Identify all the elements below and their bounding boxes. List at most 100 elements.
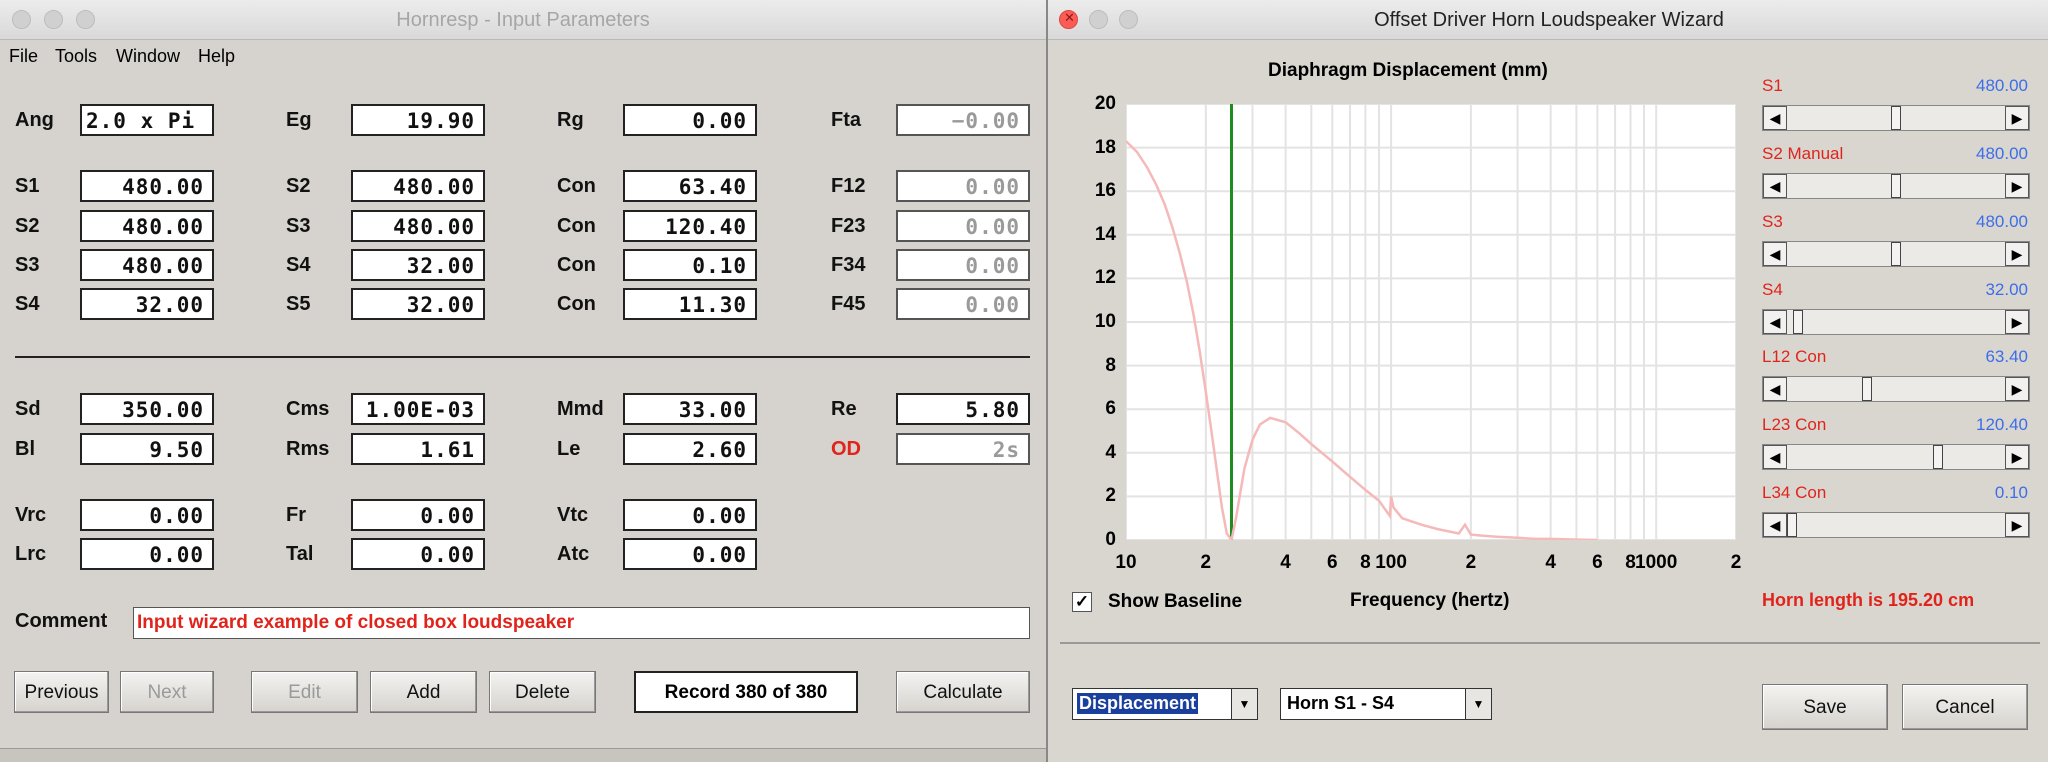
previous-button[interactable]: Previous xyxy=(14,671,109,713)
slider-thumb[interactable] xyxy=(1891,106,1901,130)
slider-value: 120.40 xyxy=(1976,415,2028,434)
param-field-tal[interactable]: 0.00 xyxy=(351,538,485,570)
param-field-s4[interactable]: 32.00 xyxy=(351,249,485,281)
y-tick-label: 16 xyxy=(1094,180,1116,202)
arrow-right-icon[interactable]: ▶ xyxy=(2005,445,2029,469)
chevron-down-icon[interactable]: ▼ xyxy=(1231,689,1257,719)
slider-label: S1 xyxy=(1762,76,1783,95)
param-field-fta[interactable]: −0.00 xyxy=(896,104,1030,136)
param-label-mmd: Mmd xyxy=(557,398,604,420)
add-button[interactable]: Add xyxy=(370,671,477,713)
param-field-eg[interactable]: 19.90 xyxy=(351,104,485,136)
cancel-button[interactable]: Cancel xyxy=(1902,684,2028,730)
param-field-f12[interactable]: 0.00 xyxy=(896,170,1030,202)
save-button[interactable]: Save xyxy=(1762,684,1888,730)
arrow-left-icon[interactable]: ◀ xyxy=(1763,242,1787,266)
parameter-slider[interactable]: ◀ ▶ xyxy=(1762,376,2030,402)
param-field-con[interactable]: 0.10 xyxy=(623,249,757,281)
menu-window[interactable]: Window xyxy=(116,46,180,67)
show-baseline-checkbox[interactable]: ✓ xyxy=(1072,592,1092,612)
slider-thumb[interactable] xyxy=(1891,242,1901,266)
y-tick-label: 20 xyxy=(1094,93,1116,114)
param-field-s2[interactable]: 480.00 xyxy=(80,210,214,242)
slider-thumb[interactable] xyxy=(1932,445,1943,469)
slider-thumb[interactable] xyxy=(1891,174,1901,198)
param-field-f23[interactable]: 0.00 xyxy=(896,210,1030,242)
x-tick-label: 100 xyxy=(1375,552,1407,573)
param-field-vtc[interactable]: 0.00 xyxy=(623,499,757,531)
param-label-ang: Ang xyxy=(15,109,54,131)
menu-help[interactable]: Help xyxy=(198,46,235,67)
slider-thumb[interactable] xyxy=(1861,377,1872,401)
arrow-right-icon[interactable]: ▶ xyxy=(2005,106,2029,130)
slider-thumb[interactable] xyxy=(1787,513,1797,537)
param-field-atc[interactable]: 0.00 xyxy=(623,538,757,570)
x-tick-label: 2 xyxy=(1200,552,1212,573)
param-field-f34[interactable]: 0.00 xyxy=(896,249,1030,281)
param-label-s3: S3 xyxy=(15,254,40,276)
param-field-fr[interactable]: 0.00 xyxy=(351,499,485,531)
parameter-slider[interactable]: ◀ ▶ xyxy=(1762,309,2030,335)
slider-thumb[interactable] xyxy=(1793,310,1804,334)
chart-title: Diaphragm Displacement (mm) xyxy=(1268,60,1548,81)
parameter-slider[interactable]: ◀ ▶ xyxy=(1762,173,2030,199)
param-field-con[interactable]: 63.40 xyxy=(623,170,757,202)
param-field-mmd[interactable]: 33.00 xyxy=(623,393,757,425)
param-field-s1[interactable]: 480.00 xyxy=(80,170,214,202)
param-field-bl[interactable]: 9.50 xyxy=(80,433,214,465)
parameter-slider[interactable]: ◀ ▶ xyxy=(1762,105,2030,131)
slider-value: 480.00 xyxy=(1976,144,2028,163)
parameter-slider[interactable]: ◀ ▶ xyxy=(1762,512,2030,538)
plot-type-value: Displacement xyxy=(1077,693,1199,714)
comment-field[interactable]: Input wizard example of closed box louds… xyxy=(133,607,1030,639)
arrow-left-icon[interactable]: ◀ xyxy=(1763,513,1787,537)
slider-label: L23 Con xyxy=(1762,415,1827,434)
arrow-right-icon[interactable]: ▶ xyxy=(2005,377,2029,401)
arrow-left-icon[interactable]: ◀ xyxy=(1763,445,1787,469)
param-field-s5[interactable]: 32.00 xyxy=(351,288,485,320)
param-field-s2[interactable]: 480.00 xyxy=(351,170,485,202)
param-field-rms[interactable]: 1.61 xyxy=(351,433,485,465)
parameter-slider[interactable]: ◀ ▶ xyxy=(1762,241,2030,267)
param-field-s4[interactable]: 32.00 xyxy=(80,288,214,320)
param-field-re[interactable]: 5.80 xyxy=(896,393,1030,425)
arrow-right-icon[interactable]: ▶ xyxy=(2005,174,2029,198)
y-tick-label: 18 xyxy=(1094,136,1116,158)
param-field-s3[interactable]: 480.00 xyxy=(80,249,214,281)
x-tick-label: 2 xyxy=(1465,552,1477,573)
y-tick-label: 10 xyxy=(1094,311,1116,332)
param-field-con[interactable]: 11.30 xyxy=(623,288,757,320)
param-field-ang[interactable]: 2.0 x Pi xyxy=(80,104,214,136)
param-field-sd[interactable]: 350.00 xyxy=(80,393,214,425)
arrow-left-icon[interactable]: ◀ xyxy=(1763,174,1787,198)
plot-type-select[interactable]: Displacement ▼ xyxy=(1072,688,1258,720)
param-field-vrc[interactable]: 0.00 xyxy=(80,499,214,531)
param-label-eg: Eg xyxy=(286,109,312,131)
param-field-lrc[interactable]: 0.00 xyxy=(80,538,214,570)
arrow-right-icon[interactable]: ▶ xyxy=(2005,242,2029,266)
param-field-od[interactable]: 2s xyxy=(896,433,1030,465)
chevron-down-icon[interactable]: ▼ xyxy=(1465,689,1491,719)
param-field-cms[interactable]: 1.00E-03 xyxy=(351,393,485,425)
calculate-button[interactable]: Calculate xyxy=(896,671,1030,713)
param-field-rg[interactable]: 0.00 xyxy=(623,104,757,136)
arrow-left-icon[interactable]: ◀ xyxy=(1763,310,1787,334)
arrow-right-icon[interactable]: ▶ xyxy=(2005,310,2029,334)
horn-segment-select[interactable]: Horn S1 - S4 ▼ xyxy=(1280,688,1492,720)
menu-tools[interactable]: Tools xyxy=(55,46,97,67)
param-field-con[interactable]: 120.40 xyxy=(623,210,757,242)
param-field-le[interactable]: 2.60 xyxy=(623,433,757,465)
next-button[interactable]: Next xyxy=(120,671,214,713)
show-baseline-label[interactable]: Show Baseline xyxy=(1108,591,1242,613)
param-field-s3[interactable]: 480.00 xyxy=(351,210,485,242)
menu-file[interactable]: File xyxy=(9,46,38,67)
arrow-left-icon[interactable]: ◀ xyxy=(1763,377,1787,401)
parameter-slider[interactable]: ◀ ▶ xyxy=(1762,444,2030,470)
slider-label: S3 xyxy=(1762,212,1783,231)
param-field-f45[interactable]: 0.00 xyxy=(896,288,1030,320)
delete-button[interactable]: Delete xyxy=(489,671,596,713)
edit-button[interactable]: Edit xyxy=(251,671,358,713)
y-tick-label: 12 xyxy=(1094,267,1116,289)
arrow-right-icon[interactable]: ▶ xyxy=(2005,513,2029,537)
arrow-left-icon[interactable]: ◀ xyxy=(1763,106,1787,130)
